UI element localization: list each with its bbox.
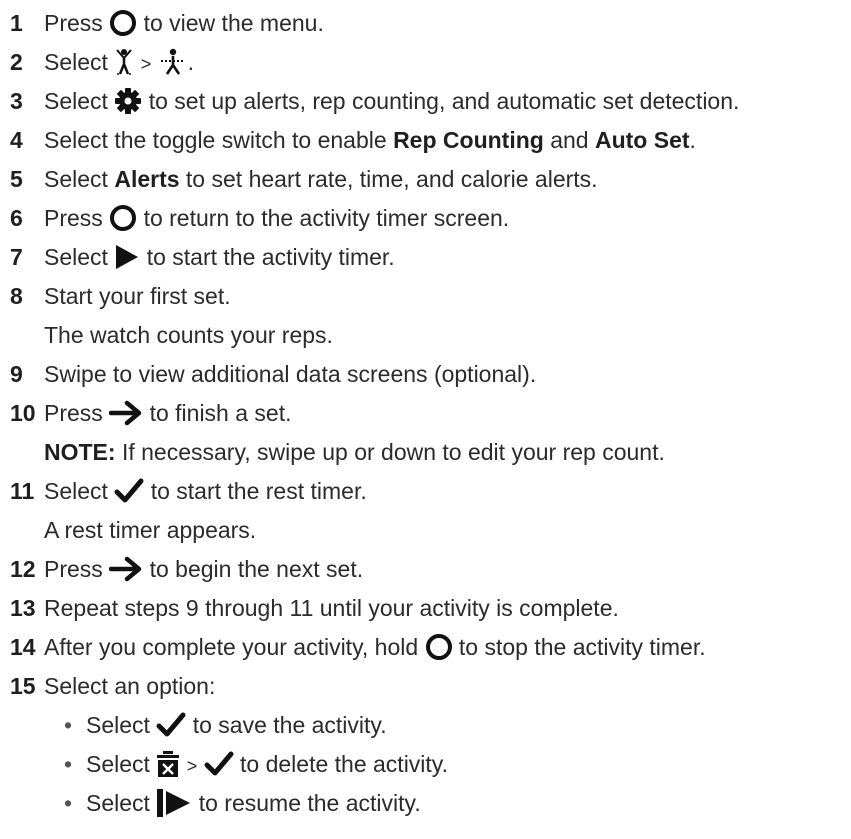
step-text: Select the toggle switch to enable [44, 127, 387, 153]
note-text: If necessary, swipe up or down to edit y… [121, 439, 665, 465]
circle-button-icon [109, 9, 137, 37]
step-text: Press [44, 556, 103, 582]
step-number: 13 [10, 595, 36, 621]
arrow-right-icon [109, 399, 143, 427]
strength-activity-icon [114, 48, 134, 76]
step-continuation-text: The watch counts your reps. [44, 322, 333, 348]
step-text: and [550, 127, 589, 153]
option-text: Select [86, 790, 150, 816]
step-number: 14 [10, 634, 36, 660]
checkmark-icon [204, 750, 234, 778]
step-text: Select [44, 88, 108, 114]
step-text: Press [44, 205, 103, 231]
step-number: 3 [10, 88, 23, 114]
step-number: 11 [10, 478, 35, 504]
circle-button-icon [109, 204, 137, 232]
option-text: Select [86, 712, 150, 738]
step-number: 4 [10, 127, 23, 153]
option-text: Select [86, 751, 150, 777]
step-text: Select [44, 49, 108, 75]
step-number: 7 [10, 244, 23, 270]
step-text: to finish a set. [149, 400, 292, 426]
step-text: to start the activity timer. [146, 244, 395, 270]
step-text: After you complete your activity, hold [44, 634, 419, 660]
step-text: to set up alerts, rep counting, and auto… [148, 88, 740, 114]
option-delete: • Select > to delete the activity. [0, 745, 851, 783]
step-14: 14 After you complete your activity, hol… [0, 628, 851, 666]
note-label: NOTE: [44, 439, 116, 465]
step-7: 7 Select to start the activity timer. [0, 238, 851, 276]
option-text: to save the activity. [192, 712, 387, 738]
discard-icon [156, 750, 180, 778]
step-11: 11 Select to start the rest timer. [0, 472, 851, 510]
step-text: Press [44, 400, 103, 426]
step-8: 8 Start your first set. [0, 277, 851, 315]
step-text: Swipe to view additional data screens (o… [44, 361, 537, 387]
step-text: Select [44, 166, 108, 192]
play-icon [114, 243, 140, 271]
step-text: Press [44, 10, 103, 36]
resume-icon [156, 788, 192, 818]
step-text: to set heart rate, time, and calorie ale… [185, 166, 598, 192]
period: . [689, 127, 696, 153]
option-text: to resume the activity. [198, 790, 421, 816]
step-text: Select an option: [44, 673, 216, 699]
step-4: 4 Select the toggle switch to enable Rep… [0, 121, 851, 159]
arrow-right-icon [109, 555, 143, 583]
step-number: 1 [10, 10, 23, 36]
step-text: to begin the next set. [149, 556, 364, 582]
step-10-note: NOTE: If necessary, swipe up or down to … [0, 433, 851, 471]
step-11-continuation: A rest timer appears. [0, 511, 851, 549]
step-10: 10 Press to finish a set. [0, 394, 851, 432]
circle-button-icon [425, 633, 453, 661]
step-8-continuation: The watch counts your reps. [0, 316, 851, 354]
step-number: 15 [10, 673, 36, 699]
step-text: Start your first set. [44, 283, 231, 309]
period: . [187, 49, 195, 75]
auto-set-label: Auto Set [594, 127, 690, 153]
step-number: 10 [10, 400, 36, 426]
step-number: 6 [10, 205, 23, 231]
step-text: to stop the activity timer. [458, 634, 706, 660]
step-1: 1 Press to view the menu. [0, 4, 851, 42]
option-text: to delete the activity. [240, 751, 448, 777]
rep-counting-label: Rep Counting [393, 127, 544, 153]
step-number: 2 [10, 49, 23, 75]
step-text: Select [44, 478, 108, 504]
bullet: • [64, 712, 73, 738]
step-2: 2 Select > . [0, 43, 851, 81]
checkmark-icon [156, 711, 186, 739]
option-resume: • Select to resume the activity. [0, 784, 851, 822]
alerts-label: Alerts [114, 166, 180, 192]
step-3: 3 Select to set up alerts, rep counting,… [0, 82, 851, 120]
step-5: 5 Select Alerts to set heart rate, time,… [0, 160, 851, 198]
step-15: 15 Select an option: [0, 667, 851, 705]
step-13: 13 Repeat steps 9 through 11 until your … [0, 589, 851, 627]
separator: > [140, 54, 152, 74]
checkmark-icon [114, 477, 144, 505]
bullet: • [64, 790, 73, 816]
step-number: 12 [10, 556, 36, 582]
step-text: to start the rest timer. [150, 478, 367, 504]
strength-training-icon [158, 48, 188, 76]
step-text: to return to the activity timer screen. [143, 205, 510, 231]
step-text: Select [44, 244, 108, 270]
separator: > [186, 756, 198, 776]
step-number: 8 [10, 283, 23, 309]
step-12: 12 Press to begin the next set. [0, 550, 851, 588]
step-number: 9 [10, 361, 23, 387]
step-number: 5 [10, 166, 23, 192]
step-text: to view the menu. [143, 10, 324, 36]
bullet: • [64, 751, 73, 777]
step-continuation-text: A rest timer appears. [44, 517, 257, 543]
step-9: 9 Swipe to view additional data screens … [0, 355, 851, 393]
option-save: • Select to save the activity. [0, 706, 851, 744]
step-6: 6 Press to return to the activity timer … [0, 199, 851, 237]
gear-icon [114, 87, 142, 115]
step-text: Repeat steps 9 through 11 until your act… [44, 595, 619, 621]
